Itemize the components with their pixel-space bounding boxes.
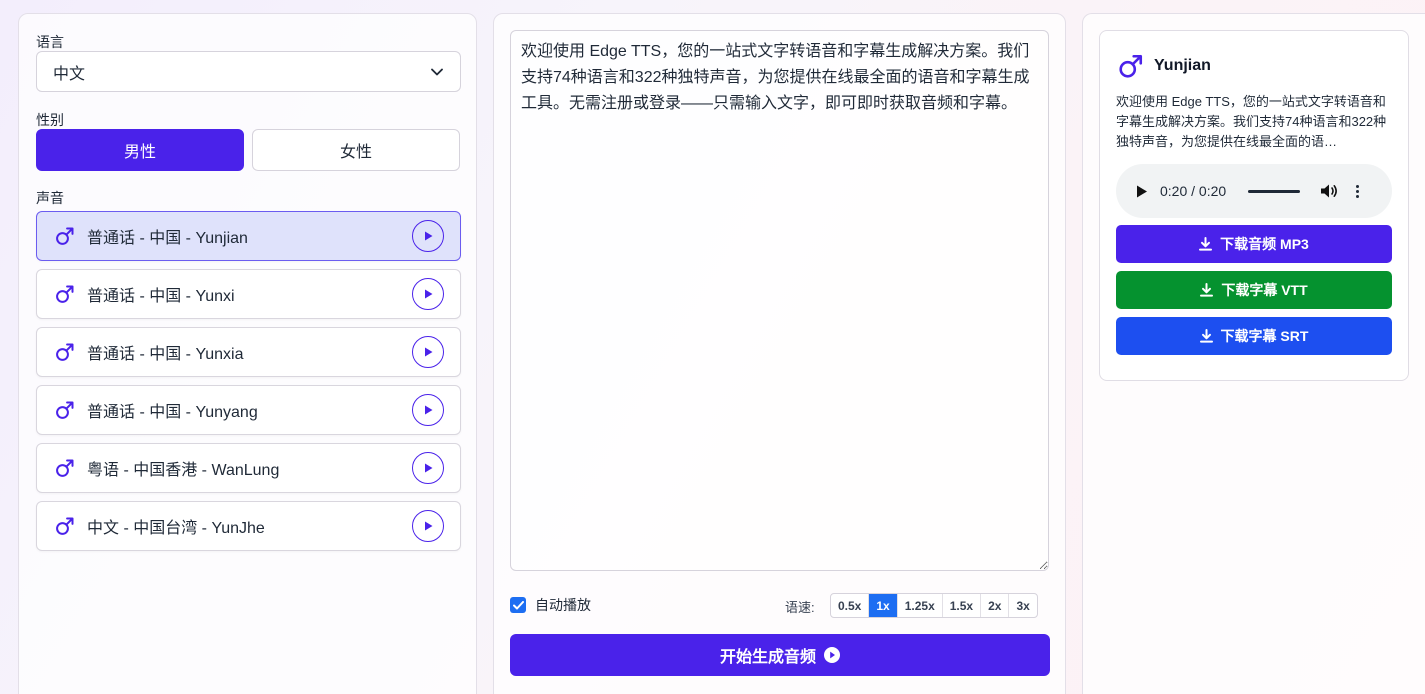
volume-icon[interactable] [1320, 183, 1338, 199]
text-input-panel: 自动播放 语速: 0.5x1x1.25x1.5x2x3x 开始生成音频 [493, 13, 1066, 694]
result-panel: Yunjian 欢迎使用 Edge TTS，您的一站式文字转语音和字幕生成解决方… [1082, 13, 1425, 694]
result-voice-name: Yunjian [1154, 57, 1211, 74]
speed-option[interactable]: 1.25x [898, 594, 943, 617]
language-label: 语言 [36, 34, 64, 50]
voice-item[interactable]: 粤语 - 中国香港 - WanLung [36, 443, 461, 493]
speed-option[interactable]: 2x [981, 594, 1010, 617]
male-icon [55, 400, 75, 420]
voice-name: 中文 - 中国台湾 - YunJhe [87, 520, 265, 537]
speed-option[interactable]: 1x [869, 594, 898, 617]
gender-label: 性别 [36, 112, 64, 128]
download-icon [1200, 283, 1214, 297]
male-icon [55, 342, 75, 362]
generate-audio-button[interactable]: 开始生成音频 [510, 634, 1050, 676]
voice-preview-play-button[interactable] [412, 278, 444, 310]
voice-item[interactable]: 普通话 - 中国 - Yunyang [36, 385, 461, 435]
autoplay-label: 自动播放 [535, 597, 591, 613]
play-icon[interactable] [1136, 185, 1148, 198]
male-icon [55, 458, 75, 478]
voice-settings-panel: 语言 中文 性别 男性 女性 声音 普通话 - 中国 - Yunjian 普通话 … [18, 13, 477, 694]
audio-player: 0:20 / 0:20 [1116, 164, 1392, 218]
play-icon [422, 462, 434, 474]
gender-male-button[interactable]: 男性 [36, 129, 244, 171]
voice-item[interactable]: 普通话 - 中国 - Yunxia [36, 327, 461, 377]
play-icon [422, 520, 434, 532]
audio-progress-track[interactable] [1248, 189, 1301, 193]
autoplay-toggle[interactable]: 自动播放 [510, 595, 591, 615]
voice-preview-play-button[interactable] [412, 336, 444, 368]
play-icon [422, 404, 434, 416]
more-options-icon[interactable] [1356, 184, 1360, 198]
tts-text-input[interactable] [510, 30, 1049, 571]
voice-preview-play-button[interactable] [412, 394, 444, 426]
play-icon [422, 346, 434, 358]
male-icon [55, 516, 75, 536]
download-icon [1199, 329, 1213, 343]
voice-name: 粤语 - 中国香港 - WanLung [87, 462, 280, 479]
language-select[interactable]: 中文 [36, 51, 461, 92]
male-icon [1118, 53, 1144, 79]
chevron-down-icon [430, 65, 444, 79]
speed-option[interactable]: 0.5x [831, 594, 870, 617]
play-circle-icon [824, 647, 840, 663]
male-icon [55, 284, 75, 304]
speed-option[interactable]: 1.5x [943, 594, 982, 617]
speed-label: 语速: [785, 600, 815, 615]
voice-name: 普通话 - 中国 - Yunxia [87, 346, 244, 363]
result-card: Yunjian 欢迎使用 Edge TTS，您的一站式文字转语音和字幕生成解决方… [1099, 30, 1409, 381]
generate-audio-label: 开始生成音频 [719, 649, 816, 666]
voice-name: 普通话 - 中国 - Yunxi [87, 288, 235, 305]
speed-selector: 0.5x 1x 1.25x 1.5x 2x 3x [830, 593, 1038, 618]
download-vtt-button[interactable]: 下载字幕 VTT [1116, 271, 1392, 309]
download-mp3-label: 下载音频 MP3 [1220, 236, 1309, 252]
play-icon [422, 230, 434, 242]
male-icon [55, 226, 75, 246]
play-icon [422, 288, 434, 300]
voice-preview-play-button[interactable] [412, 220, 444, 252]
download-mp3-button[interactable]: 下载音频 MP3 [1116, 225, 1392, 263]
audio-time: 0:20 / 0:20 [1160, 183, 1227, 199]
voice-name: 普通话 - 中国 - Yunjian [87, 230, 248, 247]
voice-item[interactable]: 普通话 - 中国 - Yunjian [36, 211, 461, 261]
voice-preview-play-button[interactable] [412, 510, 444, 542]
voice-name: 普通话 - 中国 - Yunyang [87, 404, 258, 421]
download-icon [1199, 237, 1213, 251]
voice-preview-play-button[interactable] [412, 452, 444, 484]
autoplay-checkbox[interactable] [510, 597, 526, 613]
voice-label: 声音 [36, 190, 64, 206]
voice-item[interactable]: 普通话 - 中国 - Yunxi [36, 269, 461, 319]
download-vtt-label: 下载字幕 VTT [1221, 282, 1308, 298]
speed-option[interactable]: 3x [1009, 594, 1036, 617]
language-selected-value: 中文 [53, 65, 86, 83]
voice-item[interactable]: 中文 - 中国台湾 - YunJhe [36, 501, 461, 551]
gender-female-button[interactable]: 女性 [252, 129, 460, 171]
download-srt-label: 下载字幕 SRT [1220, 328, 1309, 344]
result-text-preview: 欢迎使用 Edge TTS，您的一站式文字转语音和字幕生成解决方案。我们支持74… [1116, 94, 1387, 149]
download-srt-button[interactable]: 下载字幕 SRT [1116, 317, 1392, 355]
